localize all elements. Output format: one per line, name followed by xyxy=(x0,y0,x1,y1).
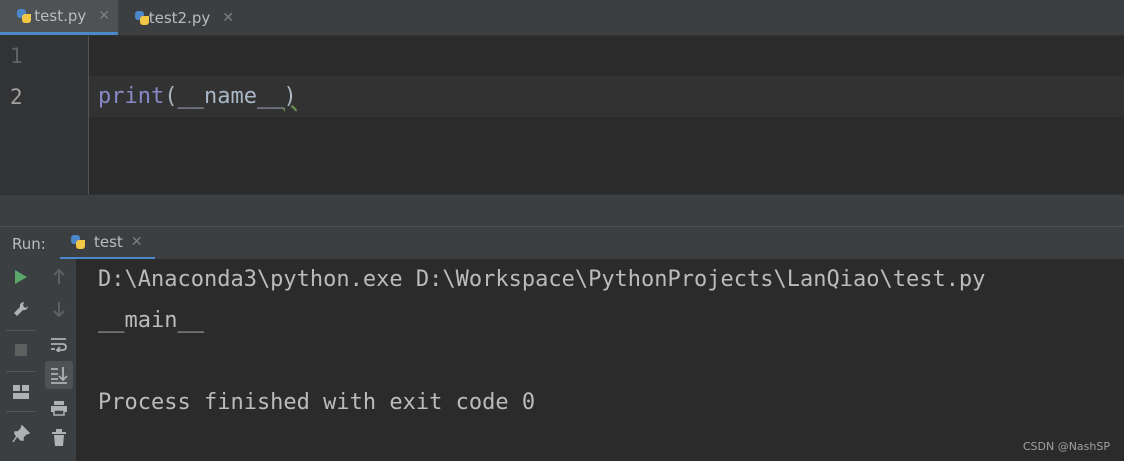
run-tab-label: test xyxy=(94,233,123,251)
code-paren-open: ( xyxy=(164,84,178,109)
console-output-line: Process finished with exit code 0 xyxy=(98,390,536,415)
tab-label: test2.py xyxy=(148,8,211,27)
code-paren-close: ) xyxy=(283,84,297,109)
code-line[interactable]: print(__name__) xyxy=(98,84,297,109)
code-builtin-print: print xyxy=(98,84,165,109)
panel-splitter[interactable] xyxy=(0,194,1124,227)
editor-tab-bar: test.py ✕ test2.py ✕ xyxy=(0,0,1124,36)
console-output-line: D:\Anaconda3\python.exe D:\Workspace\Pyt… xyxy=(98,267,986,292)
trash-icon[interactable] xyxy=(46,425,72,451)
soft-wrap-icon[interactable] xyxy=(46,331,72,357)
python-file-icon xyxy=(134,10,149,26)
run-label: Run: xyxy=(12,235,46,253)
line-number: 1 xyxy=(10,44,23,68)
run-toolbar-primary xyxy=(0,259,43,461)
layout-icon[interactable] xyxy=(8,379,34,405)
run-tool-window-header: Run: test ✕ xyxy=(0,226,1124,260)
run-tab-test[interactable]: test ✕ xyxy=(60,227,155,260)
line-number-gutter: 1 2 xyxy=(0,36,89,194)
tab-test2-py[interactable]: test2.py ✕ xyxy=(118,0,242,35)
close-icon[interactable]: ✕ xyxy=(222,10,234,26)
run-console-panel: D:\Anaconda3\python.exe D:\Workspace\Pyt… xyxy=(0,259,1124,461)
watermark: CSDN @NashSP xyxy=(1022,440,1110,453)
arrow-down-icon[interactable] xyxy=(46,296,72,322)
print-icon[interactable] xyxy=(46,395,72,421)
rerun-icon[interactable] xyxy=(8,264,34,290)
code-arg: __name__ xyxy=(177,84,284,109)
python-file-icon xyxy=(16,8,31,24)
tab-label: test.py xyxy=(34,7,87,25)
scroll-to-end-icon[interactable] xyxy=(45,361,73,389)
stop-icon[interactable] xyxy=(8,337,34,363)
close-icon[interactable]: ✕ xyxy=(98,8,110,24)
line-number: 2 xyxy=(10,85,23,109)
pin-icon[interactable] xyxy=(8,421,34,447)
code-editor[interactable]: 1 2 print(__name__) xyxy=(0,36,1124,194)
close-icon[interactable]: ✕ xyxy=(131,234,143,250)
wrench-icon[interactable] xyxy=(8,296,34,322)
console-output-line: __main__ xyxy=(98,308,204,333)
arrow-up-icon[interactable] xyxy=(46,264,72,290)
python-icon xyxy=(70,234,86,250)
run-toolbar-secondary xyxy=(42,259,76,461)
tab-test-py[interactable]: test.py ✕ xyxy=(0,0,118,35)
